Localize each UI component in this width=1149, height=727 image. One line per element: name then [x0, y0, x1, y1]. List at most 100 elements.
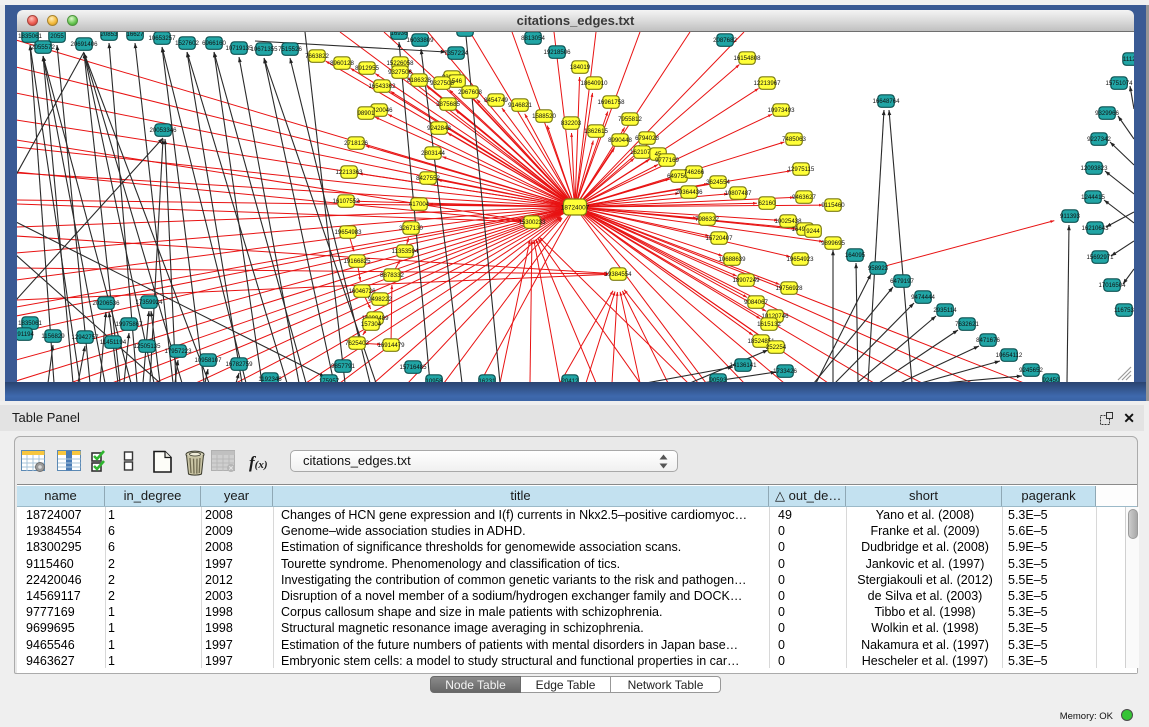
svg-text:958923: 958923 [868, 265, 889, 272]
svg-text:16627: 16627 [127, 32, 145, 38]
svg-text:911393: 911393 [1060, 213, 1080, 220]
svg-text:2935114: 2935114 [933, 307, 957, 314]
svg-text:3624554: 3624554 [706, 179, 730, 186]
svg-text:3875685: 3875685 [436, 101, 460, 108]
svg-text:92450: 92450 [1043, 377, 1061, 382]
svg-text:16648764: 16648764 [872, 98, 900, 105]
svg-text:2055572: 2055572 [31, 44, 55, 51]
svg-text:15716485: 15716485 [399, 364, 427, 371]
svg-text:15720407: 15720407 [705, 235, 733, 242]
svg-text:11124: 11124 [1123, 56, 1134, 63]
svg-text:6966160: 6966160 [202, 40, 226, 47]
svg-text:1192346: 1192346 [258, 376, 282, 382]
svg-text:10719135: 10719135 [225, 45, 253, 52]
svg-text:9857791: 9857791 [331, 363, 355, 370]
svg-text:9146821: 9146821 [508, 102, 532, 109]
svg-text:16231: 16231 [479, 378, 497, 382]
svg-text:8878332: 8878332 [380, 272, 404, 279]
svg-text:20853: 20853 [101, 32, 119, 38]
svg-text:17359924: 17359924 [135, 299, 163, 306]
svg-text:157304: 157304 [361, 321, 382, 328]
svg-text:17957223: 17957223 [164, 348, 192, 355]
svg-text:2055: 2055 [50, 33, 64, 40]
svg-text:3267130: 3267130 [399, 225, 423, 232]
svg-text:20053346: 20053346 [149, 127, 177, 134]
svg-text:391194: 391194 [17, 331, 35, 338]
svg-text:17016504: 17016504 [1098, 282, 1126, 289]
svg-text:9329966: 9329966 [1095, 110, 1119, 117]
svg-text:98901: 98901 [358, 110, 376, 117]
svg-text:10973493: 10973493 [767, 107, 795, 114]
svg-text:10807487: 10807487 [724, 190, 752, 197]
svg-text:8813054: 8813054 [521, 35, 545, 42]
svg-text:18724007: 18724007 [561, 205, 590, 212]
svg-text:15751074: 15751074 [1105, 80, 1133, 87]
svg-text:16914479: 16914479 [377, 342, 405, 349]
svg-text:1244415: 1244415 [1081, 194, 1105, 201]
svg-text:19756928: 19756928 [775, 285, 803, 292]
svg-text:7625402: 7625402 [345, 340, 369, 347]
svg-text:9244: 9244 [806, 228, 820, 235]
svg-text:1835061: 1835061 [18, 33, 42, 40]
svg-text:12975115: 12975115 [788, 166, 815, 173]
svg-text:116753: 116753 [1114, 307, 1134, 314]
svg-text:11353594: 11353594 [392, 248, 419, 255]
svg-text:417004: 417004 [409, 201, 430, 208]
svg-text:20364436: 20364436 [675, 189, 703, 196]
svg-text:1615132: 1615132 [757, 321, 781, 328]
svg-text:16936: 16936 [391, 32, 409, 37]
svg-text:19166825: 19166825 [343, 258, 371, 265]
svg-text:9463627: 9463627 [792, 194, 816, 201]
svg-text:1733426: 1733426 [773, 368, 797, 375]
svg-text:8427552: 8427552 [416, 175, 440, 182]
svg-text:7357224: 7357224 [444, 50, 468, 57]
svg-text:1588520: 1588520 [532, 113, 556, 120]
svg-text:2718126: 2718126 [344, 140, 368, 147]
svg-text:164095: 164095 [845, 252, 866, 259]
svg-text:16210643: 16210643 [1081, 225, 1109, 232]
svg-text:12213363: 12213363 [335, 169, 363, 176]
svg-text:9245652: 9245652 [1019, 367, 1043, 374]
svg-text:18907249: 18907249 [732, 277, 760, 284]
svg-text:11451194: 11451194 [100, 339, 127, 346]
svg-text:7986322: 7986322 [695, 216, 719, 223]
svg-text:9327508: 9327508 [430, 80, 454, 87]
svg-text:184019: 184019 [570, 64, 591, 71]
svg-text:14136141: 14136141 [729, 362, 757, 369]
svg-text:10671355: 10671355 [250, 46, 278, 53]
svg-text:9242848: 9242848 [427, 125, 451, 132]
svg-text:6794028: 6794028 [635, 135, 659, 142]
svg-text:9498222: 9498222 [368, 296, 392, 303]
svg-text:1156829: 1156829 [41, 333, 65, 340]
svg-text:12213967: 12213967 [753, 80, 781, 87]
svg-text:7632621: 7632621 [955, 321, 979, 328]
svg-text:16107552: 16107552 [332, 198, 360, 205]
svg-text:19654923: 19654923 [786, 256, 814, 263]
svg-text:2967608: 2967608 [458, 89, 482, 96]
svg-text:2803144: 2803144 [421, 150, 445, 157]
svg-text:16782759: 16782759 [225, 361, 253, 368]
svg-text:20412: 20412 [562, 378, 580, 382]
svg-text:8960128: 8960128 [330, 60, 354, 67]
svg-text:10688639: 10688639 [718, 256, 746, 263]
svg-text:7663822: 7663822 [305, 53, 329, 60]
svg-text:20691406: 20691406 [70, 41, 98, 48]
svg-text:175957: 175957 [319, 378, 340, 382]
svg-text:7955812: 7955812 [618, 116, 642, 123]
svg-text:19654983: 19654983 [334, 229, 362, 236]
svg-text:1835061: 1835061 [18, 320, 42, 327]
svg-text:15300233: 15300233 [518, 219, 546, 226]
svg-text:12505135: 12505135 [133, 343, 161, 350]
svg-text:12093823: 12093823 [1080, 165, 1108, 172]
svg-text:16154808: 16154808 [733, 55, 761, 62]
svg-text:8912955: 8912955 [355, 65, 379, 72]
svg-text:746266: 746266 [684, 169, 705, 176]
svg-text:16543362: 16543362 [368, 83, 396, 90]
svg-text:8990448: 8990448 [608, 137, 632, 144]
svg-text:7515526: 7515526 [278, 46, 302, 53]
svg-text:10653257: 10653257 [148, 35, 176, 42]
svg-text:90593: 90593 [710, 377, 728, 382]
svg-text:6479197: 6479197 [890, 278, 914, 285]
svg-text:9227342: 9227342 [1087, 136, 1111, 143]
svg-text:832203: 832203 [561, 120, 582, 127]
